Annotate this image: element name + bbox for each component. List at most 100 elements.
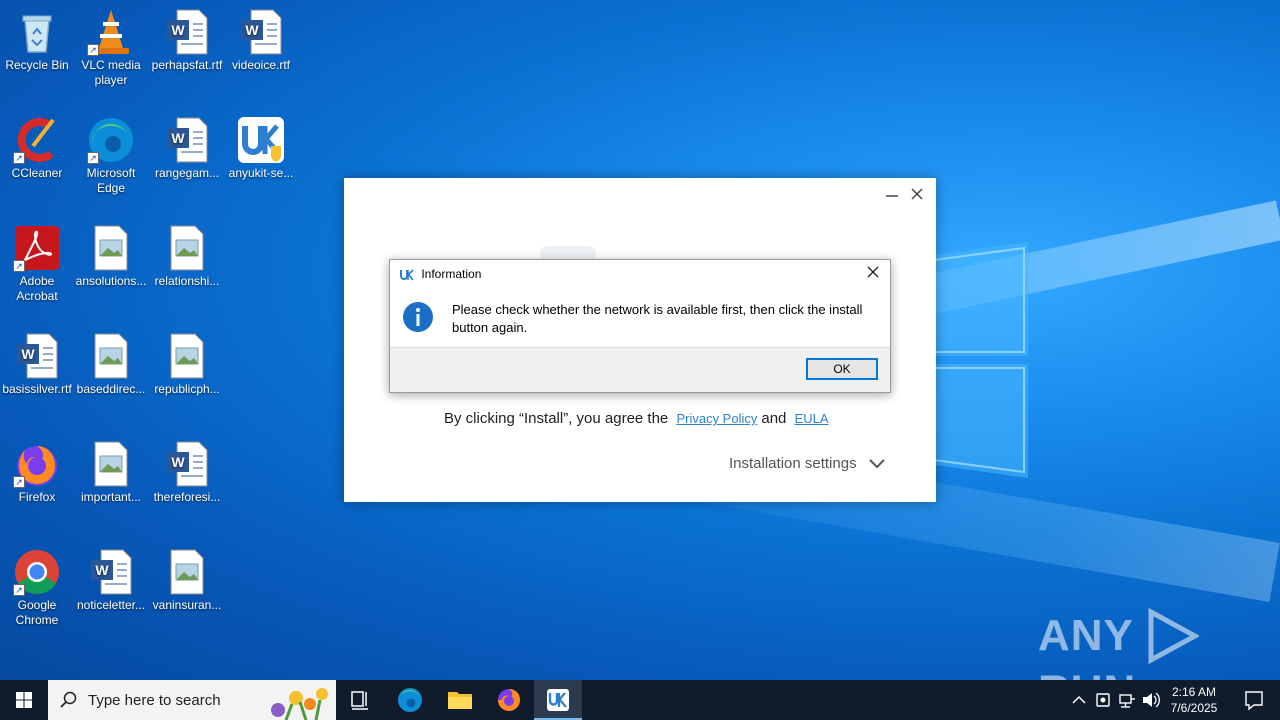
desktop-icon-label: relationshi...: [154, 274, 220, 288]
chrome-icon: ↗: [13, 548, 61, 596]
eula-link[interactable]: EULA: [795, 411, 829, 426]
taskbar-file-explorer-button[interactable]: [436, 680, 484, 720]
desktop-icon-important[interactable]: important...: [74, 440, 148, 505]
desktop-icon-thereforesi[interactable]: W thereforesi...: [150, 440, 224, 505]
desktop-icon-label: baseddirec...: [76, 382, 146, 396]
desktop-icon-relationshi[interactable]: relationshi...: [150, 224, 224, 289]
tray-meet-now-button[interactable]: [1092, 680, 1114, 720]
taskbar-edge-button[interactable]: [386, 680, 434, 720]
desktop-icon-perhapsfat[interactable]: W perhapsfat.rtf: [150, 8, 224, 73]
privacy-policy-link[interactable]: Privacy Policy: [676, 411, 757, 426]
agreement-prefix: By clicking “Install”, you agree the: [444, 410, 669, 427]
close-icon: [867, 266, 879, 278]
taskbar-search-box[interactable]: Type here to search: [48, 680, 336, 720]
taskbar-anyukit-button[interactable]: [534, 680, 582, 720]
word-document-icon: W: [237, 8, 285, 56]
image-file-icon: [87, 440, 135, 488]
word-document-icon: W: [163, 8, 211, 56]
desktop-icon-anyukit-setup[interactable]: anyukit-se...: [224, 116, 298, 181]
desktop-icon-videoice[interactable]: W videoice.rtf: [224, 8, 298, 73]
desktop-icon-recycle-bin[interactable]: Recycle Bin: [0, 8, 74, 73]
svg-text:W: W: [171, 454, 185, 470]
desktop-icon-vaninsuran[interactable]: vaninsuran...: [150, 548, 224, 613]
agreement-text: By clicking “Install”, you agree the Pri…: [444, 410, 864, 427]
desktop-icon-label: thereforesi...: [153, 490, 221, 504]
search-placeholder: Type here to search: [88, 692, 221, 709]
anyrun-watermark: ANY RUN: [1038, 607, 1238, 715]
speaker-icon: [1143, 692, 1160, 708]
chevron-up-icon: [1072, 695, 1086, 704]
tray-volume-button[interactable]: [1140, 680, 1162, 720]
dialog-footer: OK: [390, 347, 890, 392]
installation-settings-toggle[interactable]: Installation settings: [729, 455, 885, 472]
dialog-title-bar: Information: [400, 267, 481, 283]
desktop-icon-label: videoice.rtf: [231, 58, 291, 72]
taskbar-clock[interactable]: 2:16 AM 7/6/2025: [1163, 684, 1225, 716]
task-view-button[interactable]: [336, 680, 384, 720]
tray-network-button[interactable]: [1116, 680, 1138, 720]
desktop-icon-label: Recycle Bin: [5, 58, 69, 72]
action-center-button[interactable]: [1234, 680, 1274, 720]
svg-text:W: W: [21, 346, 35, 362]
search-icon: [60, 691, 77, 708]
information-icon: [403, 302, 433, 332]
word-document-icon: W: [13, 332, 61, 380]
search-highlight-flowers-icon: [271, 688, 328, 720]
desktop-icon-label: important...: [80, 490, 142, 504]
shortcut-arrow-icon: ↗: [13, 476, 25, 488]
taskbar-firefox-button[interactable]: [485, 680, 533, 720]
desktop-icon-adobe-acrobat[interactable]: ↗ Adobe Acrobat: [0, 224, 74, 304]
shortcut-arrow-icon: ↗: [13, 152, 25, 164]
desktop-icon-republicph[interactable]: republicph...: [150, 332, 224, 397]
image-file-icon: [87, 224, 135, 272]
start-button[interactable]: [0, 680, 48, 720]
dialog-title: Information: [421, 267, 482, 281]
installer-close-button[interactable]: [909, 187, 925, 203]
dialog-message: Please check whether the network is avai…: [452, 302, 863, 335]
desktop-icon-rangegam[interactable]: W rangegam...: [150, 116, 224, 181]
shortcut-arrow-icon: ↗: [13, 260, 25, 272]
desktop-icon-label: Firefox: [18, 490, 56, 504]
shortcut-arrow-icon: ↗: [87, 44, 99, 56]
desktop-icon-vlc[interactable]: ↗ VLC media player: [74, 8, 148, 88]
desktop-icon-basissilver[interactable]: W basissilver.rtf: [0, 332, 74, 397]
image-file-icon: [163, 548, 211, 596]
desktop-icon-ccleaner[interactable]: ↗ CCleaner: [0, 116, 74, 181]
desktop-icon-label: republicph...: [154, 382, 220, 396]
desktop-icon-noticeletter[interactable]: W noticeletter...: [74, 548, 148, 613]
taskbar: Type here to search 2:16 AM 7/6/2025: [0, 680, 1280, 720]
edge-browser-icon: [398, 688, 422, 712]
desktop-icon-label: Google Chrome: [15, 598, 59, 627]
desktop-icon-label: VLC media player: [81, 58, 141, 87]
adobe-acrobat-icon: ↗: [13, 224, 61, 272]
anyukit-app-icon: [400, 269, 414, 281]
minimize-icon: [886, 195, 898, 197]
dialog-close-button[interactable]: [864, 265, 882, 283]
shortcut-arrow-icon: ↗: [13, 584, 25, 596]
desktop-icon-baseddirec[interactable]: baseddirec...: [74, 332, 148, 397]
desktop-icon-label: Adobe Acrobat: [16, 274, 58, 303]
desktop-icon-label: ansolutions...: [75, 274, 147, 288]
desktop-icon-firefox[interactable]: ↗ Firefox: [0, 440, 74, 505]
information-dialog: Information Please check whether the net…: [389, 259, 891, 393]
desktop-icon-label: basissilver.rtf: [2, 382, 72, 396]
desktop-icon-google-chrome[interactable]: ↗ Google Chrome: [0, 548, 74, 628]
agreement-and: and: [761, 410, 787, 427]
desktop-icon-label: perhapsfat.rtf: [151, 58, 223, 72]
ok-button[interactable]: OK: [806, 358, 878, 380]
desktop-icon-edge[interactable]: ↗ Microsoft Edge: [74, 116, 148, 196]
minimize-button[interactable]: [885, 188, 901, 204]
edge-browser-icon: ↗: [87, 116, 135, 164]
watermark-left: ANY: [1038, 611, 1134, 660]
firefox-icon: [498, 689, 520, 711]
windows-start-icon: [16, 692, 32, 708]
desktop-icon-label: rangegam...: [154, 166, 220, 180]
network-icon: [1119, 694, 1135, 708]
show-hidden-icons-button[interactable]: [1068, 680, 1090, 720]
folder-icon: [448, 692, 472, 709]
desktop-icon-label: vaninsuran...: [152, 598, 222, 612]
desktop-icon-label: anyukit-se...: [228, 166, 294, 180]
installation-settings-label: Installation settings: [729, 455, 857, 472]
svg-text:W: W: [245, 22, 259, 38]
desktop-icon-ansolutions[interactable]: ansolutions...: [74, 224, 148, 289]
